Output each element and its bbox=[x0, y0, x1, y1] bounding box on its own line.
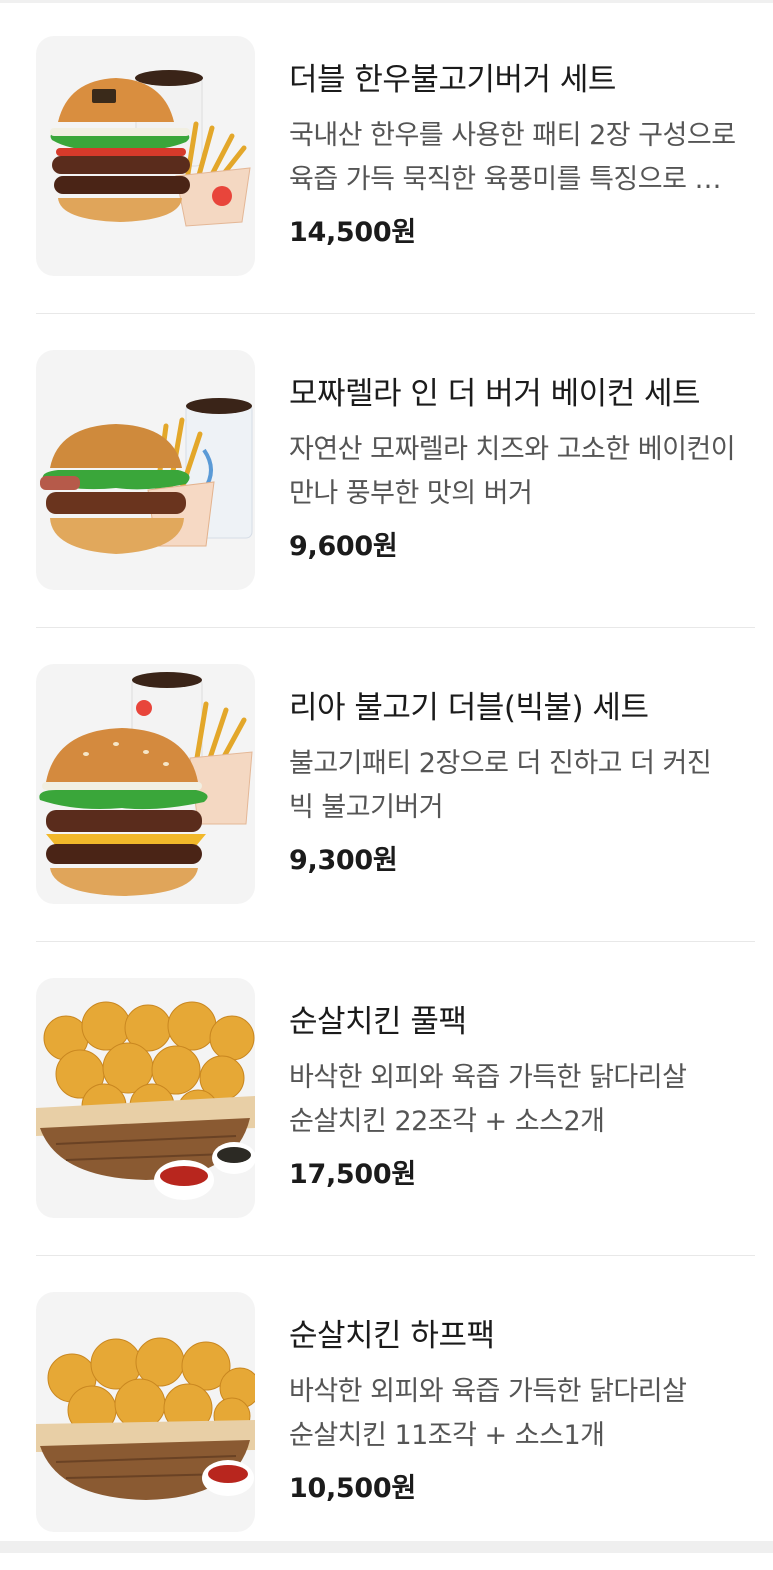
menu-item-price: 9,300원 bbox=[289, 845, 398, 876]
burger-set-image bbox=[36, 350, 255, 590]
menu-item-mozzarella-in-the-burger-bacon-set[interactable]: 모짜렐라 인 더 버거 베이컨 세트 자연산 모짜렐라 치즈와 고소한 베이컨이… bbox=[0, 314, 773, 628]
menu-item-name: 더블 한우불고기버거 세트 bbox=[289, 62, 616, 98]
menu-item-description: 불고기패티 2장으로 더 진하고 더 커진 빅 불고기버거 bbox=[289, 748, 712, 823]
menu-item-price: 17,500원 bbox=[289, 1159, 416, 1190]
menu-item-ria-bulgogi-double-set[interactable]: 리아 불고기 더블(빅불) 세트 불고기패티 2장으로 더 진하고 더 커진 빅… bbox=[0, 628, 773, 942]
chicken-basket-image bbox=[36, 978, 255, 1218]
menu-item-description: 바삭한 외피와 육즙 가득한 닭다리살 순살치킨 22조각 + 소스2개 bbox=[289, 1062, 687, 1137]
menu-item-name: 모짜렐라 인 더 버거 베이컨 세트 bbox=[289, 376, 701, 412]
menu-item-boneless-chicken-full-pack[interactable]: 순살치킨 풀팩 바삭한 외피와 육즙 가득한 닭다리살 순살치킨 22조각 + … bbox=[0, 942, 773, 1256]
menu-item-name: 순살치킨 하프팩 bbox=[289, 1318, 495, 1354]
menu-item-price: 9,600원 bbox=[289, 531, 398, 562]
menu-item-price: 10,500원 bbox=[289, 1473, 416, 1504]
menu-item-description: 바삭한 외피와 육즙 가득한 닭다리살 순살치킨 11조각 + 소스1개 bbox=[289, 1376, 687, 1451]
menu-item-name: 리아 불고기 더블(빅불) 세트 bbox=[289, 690, 649, 726]
menu-item-name: 순살치킨 풀팩 bbox=[289, 1004, 467, 1040]
burger-set-image bbox=[36, 36, 255, 276]
bottom-separator bbox=[0, 1541, 773, 1553]
menu-item-description: 자연산 모짜렐라 치즈와 고소한 베이컨이 만나 풍부한 맛의 버거 bbox=[289, 434, 736, 509]
menu-item-price: 14,500원 bbox=[289, 217, 416, 248]
menu-item-description: 국내산 한우를 사용한 패티 2장 구성으로 육즙 가득 묵직한 육풍미를 특징… bbox=[289, 120, 736, 195]
menu-item-boneless-chicken-half-pack[interactable]: 순살치킨 하프팩 바삭한 외피와 육즙 가득한 닭다리살 순살치킨 11조각 +… bbox=[0, 1256, 773, 1570]
burger-set-image bbox=[36, 664, 255, 904]
menu-item-double-hanwoo-bulgogi-set[interactable]: 더블 한우불고기버거 세트 국내산 한우를 사용한 패티 2장 구성으로 육즙 … bbox=[0, 0, 773, 314]
chicken-basket-image bbox=[36, 1292, 255, 1532]
